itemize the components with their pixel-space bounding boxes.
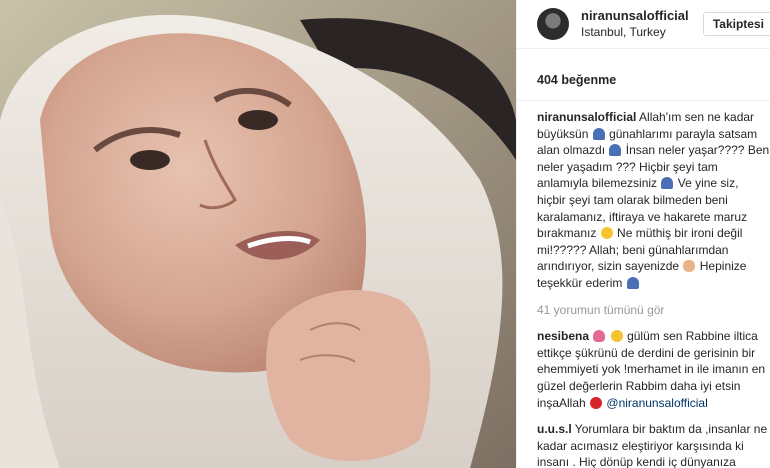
following-button[interactable]: Takiptesi <box>702 12 770 36</box>
clapping-hands-icon <box>683 260 696 273</box>
post-sidebar: niranunsalofficial Istanbul, Turkey Taki… <box>516 0 770 468</box>
person-praying-icon <box>626 276 639 289</box>
person-praying-icon <box>592 127 605 140</box>
comment-item: nesibena gülüm sen Rabbine iltica ettikç… <box>537 328 770 411</box>
caption: niranunsalofficial Allah'ım sen ne kadar… <box>537 109 770 292</box>
comment-username[interactable]: nesibena <box>537 329 589 343</box>
likes-count[interactable]: 404 beğenme <box>517 49 770 101</box>
header-username[interactable]: niranunsalofficial <box>581 7 703 24</box>
comment-text: Yorumlara bir baktım da ,insanlar ne kad… <box>537 422 768 468</box>
post-viewer: niranunsalofficial Istanbul, Turkey Taki… <box>0 0 770 468</box>
person-praying-icon <box>661 177 674 190</box>
post-header: niranunsalofficial Istanbul, Turkey Taki… <box>517 0 770 49</box>
photo-illustration <box>0 0 516 468</box>
comment-mention[interactable]: @niranunsalofficial <box>606 396 707 410</box>
comment-username[interactable]: u.u.s.l <box>537 422 572 436</box>
post-photo[interactable] <box>0 0 516 468</box>
view-all-comments-link[interactable]: 41 yorumun tümünü gör <box>537 302 770 319</box>
kiss-lips-icon <box>590 396 603 409</box>
header-location[interactable]: Istanbul, Turkey <box>581 24 703 41</box>
tulip-icon <box>593 330 606 343</box>
caption-username[interactable]: niranunsalofficial <box>537 110 636 124</box>
person-praying-icon <box>609 144 622 157</box>
smiley-face-icon <box>610 330 623 343</box>
comments-list: niranunsalofficial Allah'ım sen ne kadar… <box>517 101 770 468</box>
comment-item: u.u.s.l Yorumlara bir baktım da ,insanla… <box>537 421 770 468</box>
avatar[interactable] <box>537 8 569 40</box>
header-text: niranunsalofficial Istanbul, Turkey <box>581 7 703 41</box>
smiley-face-icon <box>600 227 613 240</box>
